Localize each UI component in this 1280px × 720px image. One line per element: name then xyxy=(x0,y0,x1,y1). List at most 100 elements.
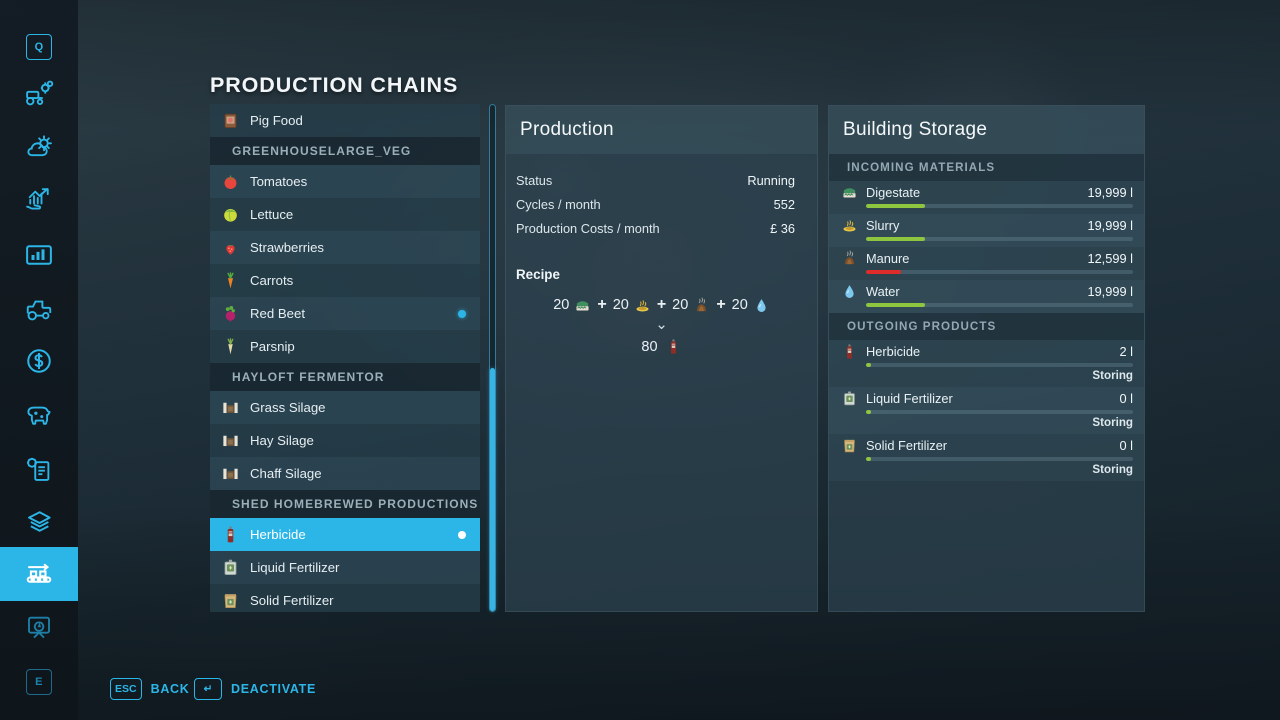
list-item[interactable]: Parsnip xyxy=(210,330,480,363)
outgoing-product-row: Liquid Fertilizer 0 l Storing xyxy=(829,387,1144,434)
sidebar-item-contracts[interactable] xyxy=(0,442,78,496)
sidebar-item-production[interactable] xyxy=(0,547,78,601)
sidebar-item-animals[interactable] xyxy=(0,388,78,442)
recipe-input-slurry-icon xyxy=(634,297,651,314)
storage-item-quantity: 19,999 l xyxy=(1087,217,1133,233)
incoming-material-row: Manure 12,599 l xyxy=(829,247,1144,280)
list-item-label: Parsnip xyxy=(250,339,295,354)
storage-item-name: Solid Fertilizer xyxy=(866,437,948,453)
stat-label: Cycles / month xyxy=(516,196,601,212)
incoming-materials-list: Digestate 19,999 l Slurry 19,999 l Manur… xyxy=(829,181,1144,313)
silage-icon xyxy=(220,464,240,484)
storage-item-quantity: 19,999 l xyxy=(1087,184,1133,200)
list-item[interactable]: Pig Food xyxy=(210,104,480,137)
recipe-output-amount: 80 xyxy=(641,338,658,355)
contracts-icon xyxy=(24,454,54,484)
storage-item-name: Digestate xyxy=(866,184,921,200)
storage-item-quantity: 0 l xyxy=(1119,390,1133,406)
storage-fill-bar xyxy=(866,270,1133,274)
documents-icon xyxy=(24,507,54,537)
recipe-input-digestate-icon xyxy=(574,297,591,314)
production-panel-title: Production xyxy=(506,106,817,154)
liquid-fertilizer-icon xyxy=(220,558,240,578)
back-button[interactable]: ESC BACK xyxy=(110,678,190,700)
herbicide-icon xyxy=(220,525,240,545)
list-item[interactable]: Solid Fertilizer xyxy=(210,584,480,612)
sidebar-item-vehicles[interactable] xyxy=(0,282,78,336)
scrollbar-thumb[interactable] xyxy=(490,368,495,611)
recipe-input-amount: 20 xyxy=(731,297,748,313)
silage-icon xyxy=(220,431,240,451)
stat-label: Production Costs / month xyxy=(516,220,660,236)
recipe-input-water-icon xyxy=(753,297,770,314)
page-title: PRODUCTION CHAINS xyxy=(210,73,459,97)
stat-row: Production Costs / month £ 36 xyxy=(506,218,817,238)
list-item[interactable]: Tomatoes xyxy=(210,165,480,198)
sidebar-item-weather[interactable] xyxy=(0,120,78,174)
storage-fill-bar xyxy=(866,410,1133,414)
sidebar-item-finances[interactable] xyxy=(0,334,78,388)
pig-food-icon xyxy=(220,111,240,131)
list-group-header: SHED HOMEBREWED PRODUCTIONS xyxy=(210,490,480,518)
list-item-label: Tomatoes xyxy=(250,174,308,189)
active-indicator-dot xyxy=(458,309,466,318)
list-item[interactable]: Hay Silage xyxy=(210,424,480,457)
sidebar-item-vehicle-settings[interactable] xyxy=(0,66,78,120)
enter-keycap: ↵ xyxy=(194,678,222,700)
production-panel: Production Status Running Cycles / month 55… xyxy=(505,105,818,612)
map-overview-icon xyxy=(24,612,54,642)
recipe-input-amount: 20 xyxy=(553,297,570,313)
active-indicator-dot xyxy=(458,530,466,539)
silage-icon xyxy=(220,398,240,418)
storage-fill-bar xyxy=(866,204,1133,208)
digestate-icon xyxy=(840,183,858,201)
list-item[interactable]: Herbicide xyxy=(210,518,480,551)
list-item[interactable]: Grass Silage xyxy=(210,391,480,424)
storage-item-status: Storing xyxy=(1092,369,1133,382)
storage-panel-title: Building Storage xyxy=(829,106,1144,154)
recipe-plus-sign: + xyxy=(597,296,607,313)
recipe-output-herbicide-icon xyxy=(665,338,682,355)
sidebar-item-prices[interactable] xyxy=(0,174,78,228)
production-list[interactable]: Pig Food GREENHOUSELARGE_VEG Tomatoes Let… xyxy=(210,104,480,612)
incoming-materials-header: INCOMING MATERIALS xyxy=(829,154,1144,181)
production-icon xyxy=(24,559,54,589)
recipe-inputs: 20 +20 +20 +20 xyxy=(506,296,817,314)
production-stats: Status Running Cycles / month 552 Production… xyxy=(506,154,817,238)
list-item-label: Grass Silage xyxy=(250,400,326,415)
stat-value: Running xyxy=(747,172,795,188)
list-item[interactable]: Lettuce xyxy=(210,198,480,231)
parsnip-icon xyxy=(220,337,240,357)
sidebar-item-map-overview[interactable] xyxy=(0,600,78,654)
storage-fill-bar xyxy=(866,457,1133,461)
esc-keycap: ESC xyxy=(110,678,142,700)
sidebar-item-statistics[interactable] xyxy=(0,228,78,282)
deactivate-label: DEACTIVATE xyxy=(231,682,317,696)
outgoing-product-row: Solid Fertilizer 0 l Storing xyxy=(829,434,1144,481)
list-item[interactable]: Red Beet xyxy=(210,297,480,330)
recipe-plus-sign: + xyxy=(716,296,726,313)
storage-item-quantity: 12,599 l xyxy=(1087,250,1133,266)
list-item[interactable]: Carrots xyxy=(210,264,480,297)
stat-row: Cycles / month 552 xyxy=(506,194,817,214)
outgoing-products-list: Herbicide 2 l Storing Liquid Fertilizer … xyxy=(829,340,1144,481)
statistics-icon xyxy=(24,240,54,270)
storage-item-name: Water xyxy=(866,283,900,299)
list-item[interactable]: Strawberries xyxy=(210,231,480,264)
finances-icon xyxy=(24,346,54,376)
list-item-label: Hay Silage xyxy=(250,433,314,448)
list-item[interactable]: Chaff Silage xyxy=(210,457,480,490)
list-item[interactable]: Liquid Fertilizer xyxy=(210,551,480,584)
list-scrollbar[interactable] xyxy=(489,104,496,612)
storage-fill-bar xyxy=(866,237,1133,241)
left-sidebar: Q E xyxy=(0,0,78,720)
storage-item-quantity: 19,999 l xyxy=(1087,283,1133,299)
deactivate-button[interactable]: ↵ DEACTIVATE xyxy=(194,678,316,700)
sidebar-item-documents[interactable] xyxy=(0,495,78,549)
herbicide-icon xyxy=(840,342,858,360)
lettuce-icon xyxy=(220,205,240,225)
group-label: GREENHOUSELARGE_VEG xyxy=(232,144,412,158)
list-item-label: Herbicide xyxy=(250,527,306,542)
stat-label: Status xyxy=(516,172,553,188)
outgoing-products-header: OUTGOING PRODUCTS xyxy=(829,313,1144,340)
